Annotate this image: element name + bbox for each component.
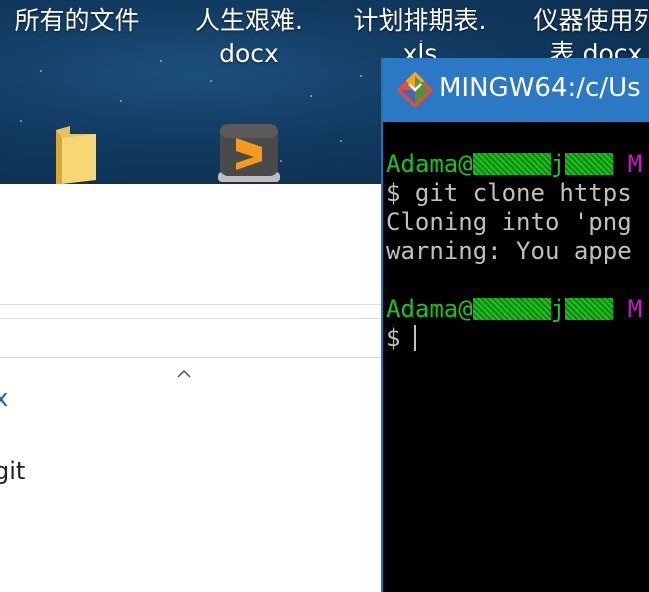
- sublime-text-icon[interactable]: [214, 120, 284, 184]
- redacted-block: [472, 298, 551, 320]
- terminal-output[interactable]: Adama@ j M $ git clone https Cloning into '…: [383, 122, 649, 592]
- terminal-titlebar[interactable]: MINGW64:/c/Us: [383, 58, 649, 122]
- git-bash-icon: [397, 72, 433, 108]
- folder-icon[interactable]: [52, 124, 100, 184]
- prompt-line: Adama@ j M: [386, 150, 649, 179]
- redacted-block: [472, 153, 551, 175]
- desktop-icon-label-docx[interactable]: 人生艰难. docx: [172, 4, 326, 70]
- prompt-symbol: $: [386, 324, 401, 352]
- divider: [0, 318, 382, 319]
- prompt-user: Adama@: [386, 150, 473, 178]
- command-line: $ git clone https: [386, 179, 632, 207]
- terminal-title: MINGW64:/c/Us: [439, 73, 641, 103]
- prompt-path: M: [627, 150, 643, 178]
- output-line: Cloning into 'png: [386, 208, 632, 236]
- desktop-icon-label-all-files[interactable]: 所有的文件: [2, 4, 152, 37]
- redacted-block: [565, 153, 614, 175]
- nav-item[interactable]: x: [0, 384, 8, 412]
- prompt-user-part: j: [550, 150, 566, 178]
- terminal-window[interactable]: MINGW64:/c/Us Adama@ j M $ git clone https…: [381, 58, 649, 592]
- prompt-user-part: j: [550, 295, 566, 323]
- chevron-up-icon[interactable]: [176, 366, 192, 382]
- prompt-line: Adama@ j M: [386, 295, 649, 324]
- nav-item-git[interactable]: git: [0, 457, 25, 485]
- prompt-path: M: [627, 295, 643, 323]
- divider: [0, 357, 382, 358]
- file-explorer-window: x git: [0, 184, 382, 592]
- prompt-user: Adama@: [386, 295, 473, 323]
- redacted-block: [565, 298, 614, 320]
- input-line[interactable]: $: [386, 324, 649, 353]
- output-line: warning: You appe: [386, 237, 632, 265]
- divider: [0, 304, 382, 305]
- text-cursor: [414, 325, 417, 351]
